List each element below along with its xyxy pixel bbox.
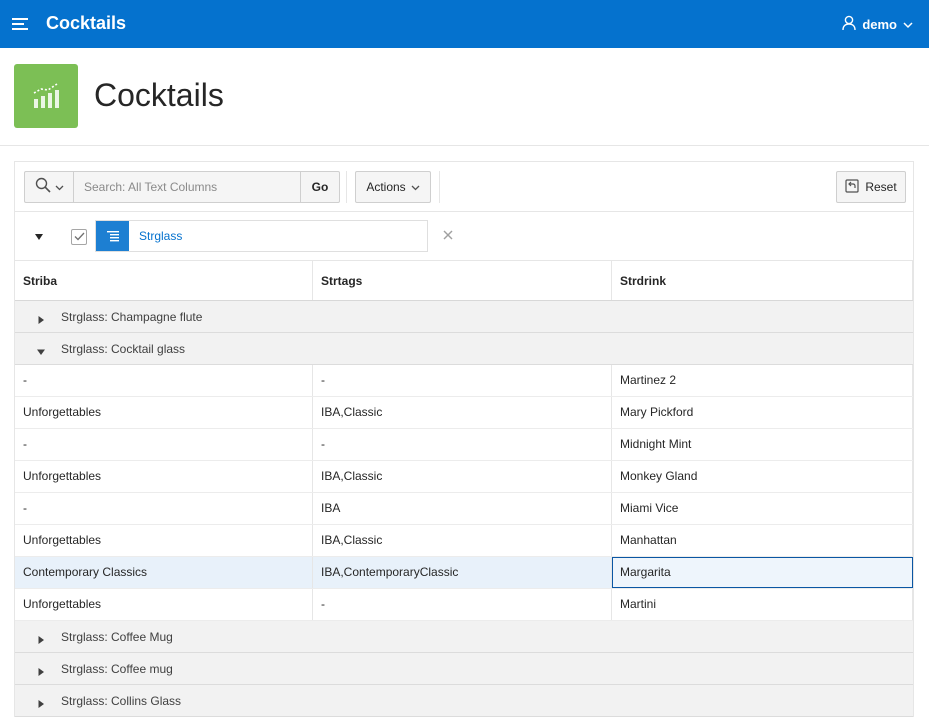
group-break-label: Strglass: Collins Glass: [61, 693, 182, 708]
check-icon: [74, 228, 85, 246]
app-header: Cocktails demo: [0, 0, 929, 48]
table-row[interactable]: - IBA Miami Vice: [15, 493, 913, 525]
cell-strdrink[interactable]: Margarita: [612, 557, 913, 588]
chart-icon: [14, 64, 78, 128]
group-break-row[interactable]: Strglass: Coffee mug: [15, 653, 913, 685]
toolbar-divider: [346, 171, 347, 203]
report-grid: Striba Strtags Strdrink Strglass: Champa…: [15, 261, 913, 717]
group-break-row[interactable]: Strglass: Cocktail glass: [15, 333, 913, 365]
cell-strdrink[interactable]: Miami Vice: [612, 493, 913, 524]
control-break-label: Strglass: [139, 229, 183, 243]
search-icon: [35, 177, 51, 198]
caret-right-icon: [37, 665, 45, 676]
group-break-label: Strglass: Coffee Mug: [61, 629, 173, 644]
cell-strtags[interactable]: IBA,Classic: [313, 397, 612, 428]
table-header: Striba Strtags Strdrink: [15, 261, 913, 301]
table-body: Strglass: Champagne flute Strglass: Cockt…: [15, 301, 913, 717]
actions-label: Actions: [366, 180, 406, 194]
page-title: Cocktails: [94, 77, 224, 113]
cell-strdrink[interactable]: Martinez 2: [612, 365, 913, 396]
table-row[interactable]: Contemporary Classics IBA,ContemporaryCla…: [15, 557, 913, 589]
search-group: Go: [24, 171, 340, 203]
search-columns-button[interactable]: [24, 171, 73, 203]
cell-striba[interactable]: Unforgettables: [15, 461, 313, 492]
caret-right-icon: [37, 697, 45, 708]
cell-strdrink[interactable]: Mary Pickford: [612, 397, 913, 428]
chevron-down-icon: [55, 178, 64, 196]
table-row[interactable]: - - Martinez 2: [15, 365, 913, 397]
hero-region: Cocktails: [0, 48, 929, 146]
cell-strtags[interactable]: IBA,Classic: [313, 525, 612, 556]
chevron-down-icon: [903, 17, 913, 32]
cell-strdrink[interactable]: Monkey Gland: [612, 461, 913, 492]
cell-strtags[interactable]: IBA: [313, 493, 612, 524]
filter-enable-checkbox[interactable]: [71, 229, 87, 245]
group-break-label: Strglass: Coffee mug: [61, 661, 173, 676]
group-break-row[interactable]: Strglass: Coffee Mug: [15, 621, 913, 653]
cell-strtags[interactable]: IBA,Classic: [313, 461, 612, 492]
caret-right-icon: [37, 313, 45, 324]
actions-menu-button[interactable]: Actions: [355, 171, 431, 203]
close-icon[interactable]: [442, 229, 454, 243]
caret-down-icon[interactable]: [33, 230, 45, 242]
cell-striba[interactable]: -: [15, 429, 313, 460]
toolbar-divider: [439, 171, 440, 203]
group-break-label: Strglass: Cocktail glass: [61, 341, 186, 356]
table-row[interactable]: Unforgettables - Martini: [15, 589, 913, 621]
group-break-row[interactable]: Strglass: Champagne flute: [15, 301, 913, 333]
reset-icon: [845, 178, 859, 196]
column-header-striba[interactable]: Striba: [15, 261, 313, 300]
cell-strdrink[interactable]: Midnight Mint: [612, 429, 913, 460]
app-title[interactable]: Cocktails: [46, 13, 126, 34]
control-break-icon: [96, 221, 129, 251]
caret-down-icon: [37, 345, 45, 355]
chevron-down-icon: [411, 180, 420, 194]
cell-strdrink[interactable]: Martini: [612, 589, 913, 620]
table-row[interactable]: Unforgettables IBA,Classic Monkey Gland: [15, 461, 913, 493]
cell-striba[interactable]: -: [15, 365, 313, 396]
cell-strtags[interactable]: IBA,ContemporaryClassic: [313, 557, 612, 588]
reset-button[interactable]: Reset: [836, 171, 906, 203]
column-header-strdrink[interactable]: Strdrink: [612, 261, 913, 300]
user-name: demo: [862, 16, 897, 32]
control-break-bar: Strglass: [15, 212, 913, 261]
cell-strtags[interactable]: -: [313, 365, 612, 396]
cell-striba[interactable]: Contemporary Classics: [15, 557, 313, 588]
menu-icon[interactable]: [10, 14, 32, 34]
user-icon: [842, 15, 857, 34]
table-row[interactable]: - - Midnight Mint: [15, 429, 913, 461]
table-row[interactable]: Unforgettables IBA,Classic Mary Pickford: [15, 397, 913, 429]
group-break-row[interactable]: Strglass: Collins Glass: [15, 685, 913, 717]
control-break-filter[interactable]: Strglass: [95, 220, 428, 252]
caret-right-icon: [37, 633, 45, 644]
user-menu[interactable]: demo: [842, 14, 913, 34]
cell-strtags[interactable]: -: [313, 429, 612, 460]
cell-strdrink[interactable]: Manhattan: [612, 525, 913, 556]
cell-strtags[interactable]: -: [313, 589, 612, 620]
go-button[interactable]: Go: [301, 171, 340, 203]
report-region: Go Actions Reset: [14, 161, 914, 717]
cell-striba[interactable]: Unforgettables: [15, 525, 313, 556]
column-header-strtags[interactable]: Strtags: [313, 261, 612, 300]
reset-label: Reset: [865, 180, 897, 194]
table-row[interactable]: Unforgettables IBA,Classic Manhattan: [15, 525, 913, 557]
group-break-label: Strglass: Champagne flute: [61, 309, 203, 324]
cell-striba[interactable]: Unforgettables: [15, 397, 313, 428]
cell-striba[interactable]: -: [15, 493, 313, 524]
cell-striba[interactable]: Unforgettables: [15, 589, 313, 620]
report-toolbar: Go Actions Reset: [15, 162, 913, 212]
search-input[interactable]: [73, 171, 301, 203]
